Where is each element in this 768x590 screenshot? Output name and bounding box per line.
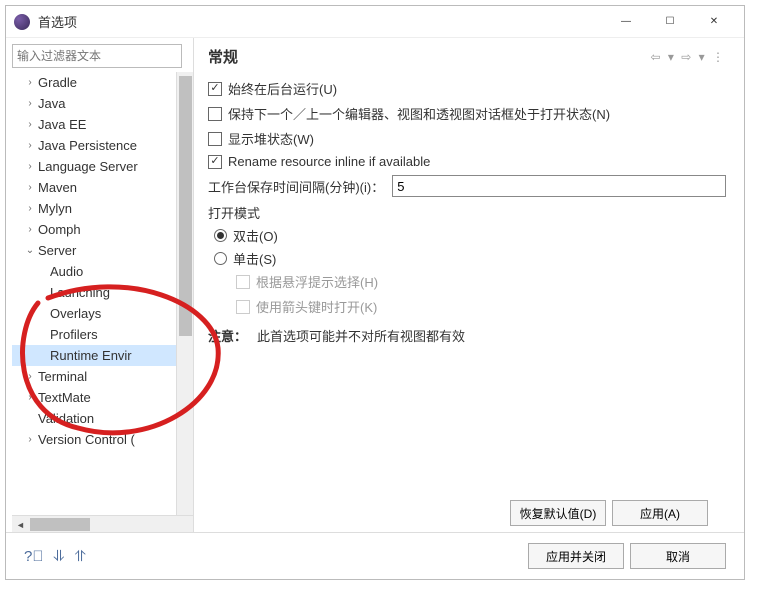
tree-item[interactable]: ›TextMate xyxy=(12,387,176,408)
save-interval-label: 工作台保存时间间隔(分钟)(i)： xyxy=(208,177,384,196)
cancel-button[interactable]: 取消 xyxy=(630,543,726,569)
apply-button[interactable]: 应用(A) xyxy=(612,500,708,526)
export-icon[interactable]: ⥣ xyxy=(75,548,86,565)
minimize-button[interactable]: — xyxy=(604,7,648,37)
tree-item[interactable]: ›Terminal xyxy=(12,366,176,387)
restore-defaults-button[interactable]: 恢复默认值(D) xyxy=(510,500,606,526)
content-pane: 常规 ⇦ ▾ ⇨ ▾ ⋮ 始终在后台运行(U) 保持下一个／上一个编辑器、视图和… xyxy=(194,38,744,532)
tree-item[interactable]: Audio xyxy=(12,261,176,282)
horizontal-scrollbar[interactable]: ◄ xyxy=(12,515,193,532)
tree-item[interactable]: Runtime Envir xyxy=(12,345,176,366)
tree-item[interactable]: ›Version Control ( xyxy=(12,429,176,450)
checkbox-background[interactable] xyxy=(208,82,222,96)
apply-close-button[interactable]: 应用并关闭 xyxy=(528,543,624,569)
tree-item[interactable]: ›Java Persistence xyxy=(12,135,176,156)
page-heading: 常规 xyxy=(208,46,651,67)
tree-item[interactable]: Profilers xyxy=(12,324,176,345)
close-button[interactable]: ✕ xyxy=(692,7,736,37)
checkbox-hover-select xyxy=(236,275,250,289)
checkbox-arrow-open xyxy=(236,300,250,314)
checkbox-keep-editor[interactable] xyxy=(208,107,222,121)
help-icon[interactable]: ?⃝ xyxy=(24,548,44,565)
tree-item[interactable]: ›Java xyxy=(12,93,176,114)
tree-item[interactable]: Overlays xyxy=(12,303,176,324)
eclipse-icon xyxy=(14,14,30,30)
filter-input[interactable] xyxy=(12,44,182,68)
vertical-scrollbar[interactable] xyxy=(176,72,193,515)
radio-single-click[interactable] xyxy=(214,252,227,265)
note-text: 注意：此首选项可能并不对所有视图都有效 xyxy=(208,326,726,345)
sidebar: ›Gradle›Java›Java EE›Java Persistence›La… xyxy=(6,38,194,532)
tree-item[interactable]: ›Language Server xyxy=(12,156,176,177)
preferences-window: 首选项 — ☐ ✕ ›Gradle›Java›Java EE›Java Pers… xyxy=(5,5,745,580)
checkbox-rename-inline[interactable] xyxy=(208,155,222,169)
tree-item[interactable]: ›Gradle xyxy=(12,72,176,93)
tree-item[interactable]: ›Mylyn xyxy=(12,198,176,219)
radio-double-click[interactable] xyxy=(214,229,227,242)
import-icon[interactable]: ⥥ xyxy=(54,548,65,565)
tree-item[interactable]: ⌄Server xyxy=(12,240,176,261)
open-mode-title: 打开模式 xyxy=(208,203,726,222)
save-interval-input[interactable] xyxy=(392,175,726,197)
titlebar: 首选项 — ☐ ✕ xyxy=(6,6,744,38)
window-title: 首选项 xyxy=(38,12,604,31)
nav-history-icons[interactable]: ⇦ ▾ ⇨ ▾ ⋮ xyxy=(651,50,727,64)
checkbox-show-heap[interactable] xyxy=(208,132,222,146)
footer: ?⃝ ⥥ ⥣ 应用并关闭 取消 xyxy=(6,532,744,579)
maximize-button[interactable]: ☐ xyxy=(648,7,692,37)
tree-item[interactable]: Validation xyxy=(12,408,176,429)
tree-item[interactable]: ›Oomph xyxy=(12,219,176,240)
tree-item[interactable]: ›Java EE xyxy=(12,114,176,135)
tree-item[interactable]: ›Maven xyxy=(12,177,176,198)
preferences-tree[interactable]: ›Gradle›Java›Java EE›Java Persistence›La… xyxy=(12,72,176,515)
tree-item[interactable]: Launching xyxy=(12,282,176,303)
